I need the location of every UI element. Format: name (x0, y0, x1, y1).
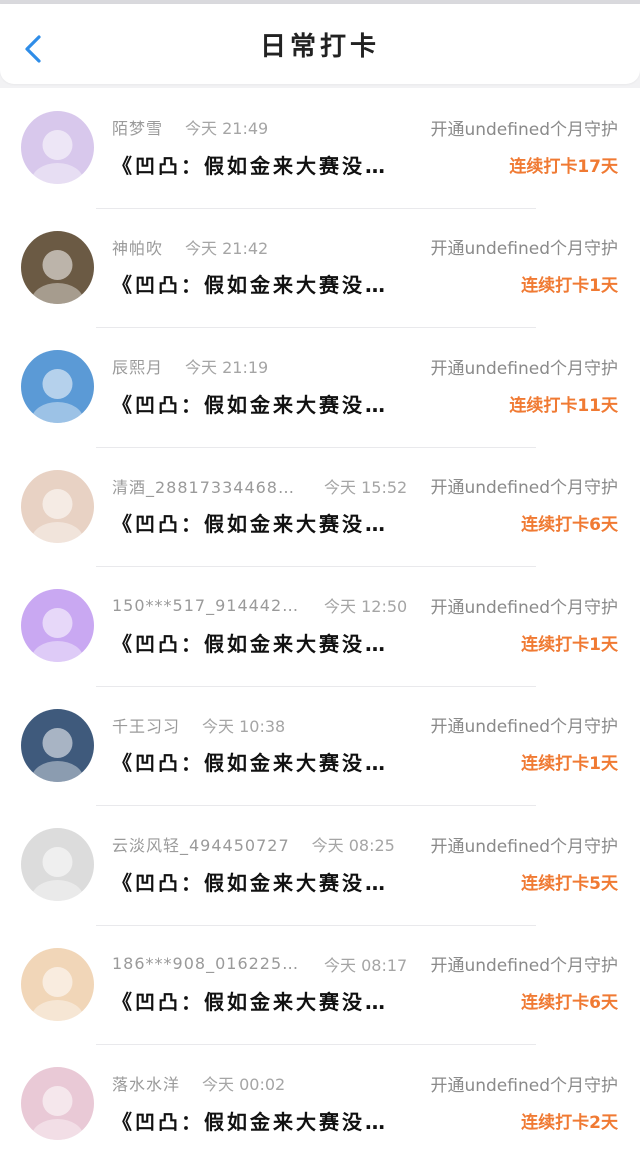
checkin-row[interactable]: 150***517_9144421193 今天 12:50 开通undefine… (0, 566, 640, 686)
checkin-time: 今天 21:49 (185, 119, 269, 138)
streak-badge: 连续打卡11天 (509, 395, 618, 416)
book-title[interactable]: 《凹凸：假如金来大赛没… (112, 389, 388, 418)
checkin-row[interactable]: 神帕吹 今天 21:42 开通undefined个月守护 《凹凸：假如金来大赛没… (0, 207, 640, 327)
guard-status: 开通undefined个月守护 (430, 358, 618, 379)
username[interactable]: 辰熙月 (112, 354, 163, 378)
username[interactable]: 云淡风轻_494450727 (112, 832, 290, 856)
username[interactable]: 千王习习 (112, 713, 180, 737)
avatar[interactable] (21, 708, 94, 782)
checkin-list: 陌梦雪 今天 21:49 开通undefined个月守护 《凹凸：假如金来大赛没… (0, 88, 640, 1164)
avatar[interactable] (21, 589, 94, 662)
back-arrow-icon[interactable] (22, 34, 46, 64)
avatar[interactable] (21, 111, 94, 184)
guard-status: 开通undefined个月守护 (430, 478, 618, 498)
username[interactable]: 陌梦雪 (112, 115, 163, 139)
streak-badge: 连续打卡17天 (509, 156, 618, 177)
avatar[interactable] (21, 230, 94, 304)
guard-status: 开通undefined个月守护 (430, 597, 618, 618)
book-title[interactable]: 《凹凸：假如金来大赛没… (112, 747, 388, 776)
guard-status: 开通undefined个月守护 (430, 1075, 618, 1096)
checkin-row[interactable]: 陌梦雪 今天 21:49 开通undefined个月守护 《凹凸：假如金来大赛没… (0, 88, 640, 208)
username[interactable]: 清酒_288173344688… (112, 474, 302, 498)
checkin-row[interactable]: 云淡风轻_494450727 今天 08:25 开通undefined个月守护 … (0, 805, 640, 925)
streak-badge: 连续打卡6天 (521, 515, 618, 535)
username[interactable]: 150***517_9144421193 (112, 596, 302, 615)
book-title[interactable]: 《凹凸：假如金来大赛没… (112, 508, 388, 537)
checkin-time: 今天 15:52 (324, 477, 408, 497)
checkin-time: 今天 21:19 (185, 358, 269, 377)
streak-badge: 连续打卡1天 (521, 276, 618, 296)
avatar[interactable] (21, 350, 94, 423)
book-title[interactable]: 《凹凸：假如金来大赛没… (112, 986, 388, 1015)
checkin-row[interactable]: 辰熙月 今天 21:19 开通undefined个月守护 《凹凸：假如金来大赛没… (0, 327, 640, 447)
book-title[interactable]: 《凹凸：假如金来大赛没… (112, 269, 388, 298)
streak-badge: 连续打卡5天 (521, 873, 618, 894)
checkin-row[interactable]: 186***908_0162253964 今天 08:17 开通undefine… (0, 924, 640, 1044)
avatar[interactable] (21, 469, 94, 543)
username[interactable]: 落水水洋 (112, 1071, 180, 1095)
page-title: 日常打卡 (259, 31, 380, 62)
checkin-row[interactable]: 清酒_288173344688… 今天 15:52 开通undefined个月守… (0, 446, 640, 566)
checkin-row[interactable]: 千王习习 今天 10:38 开通undefined个月守护 《凹凸：假如金来大赛… (0, 685, 640, 805)
streak-badge: 连续打卡6天 (521, 993, 618, 1013)
streak-badge: 连续打卡1天 (521, 634, 618, 655)
book-title[interactable]: 《凹凸：假如金来大赛没… (112, 628, 388, 657)
streak-badge: 连续打卡1天 (521, 754, 618, 774)
guard-status: 开通undefined个月守护 (430, 836, 618, 857)
guard-status: 开通undefined个月守护 (430, 239, 618, 259)
header-bar: 日常打卡 (0, 4, 640, 84)
guard-status: 开通undefined个月守护 (430, 119, 618, 140)
book-title[interactable]: 《凹凸：假如金来大赛没… (112, 150, 388, 179)
book-title[interactable]: 《凹凸：假如金来大赛没… (112, 1106, 388, 1135)
guard-status: 开通undefined个月守护 (430, 956, 618, 976)
checkin-time: 今天 10:38 (202, 716, 286, 736)
username[interactable]: 神帕吹 (112, 235, 163, 259)
checkin-time: 今天 00:02 (202, 1075, 286, 1094)
streak-badge: 连续打卡2天 (521, 1112, 618, 1133)
avatar[interactable] (21, 947, 94, 1021)
avatar[interactable] (21, 828, 94, 901)
checkin-time: 今天 21:42 (185, 238, 269, 258)
username[interactable]: 186***908_0162253964 (112, 954, 302, 973)
checkin-time: 今天 12:50 (324, 597, 408, 616)
guard-status: 开通undefined个月守护 (430, 717, 618, 737)
checkin-time: 今天 08:25 (311, 836, 395, 855)
checkin-row[interactable]: 落水水洋 今天 00:02 开通undefined个月守护 《凹凸：假如金来大赛… (0, 1044, 640, 1164)
book-title[interactable]: 《凹凸：假如金来大赛没… (112, 867, 388, 896)
avatar[interactable] (21, 1067, 94, 1140)
checkin-time: 今天 08:17 (324, 955, 408, 975)
